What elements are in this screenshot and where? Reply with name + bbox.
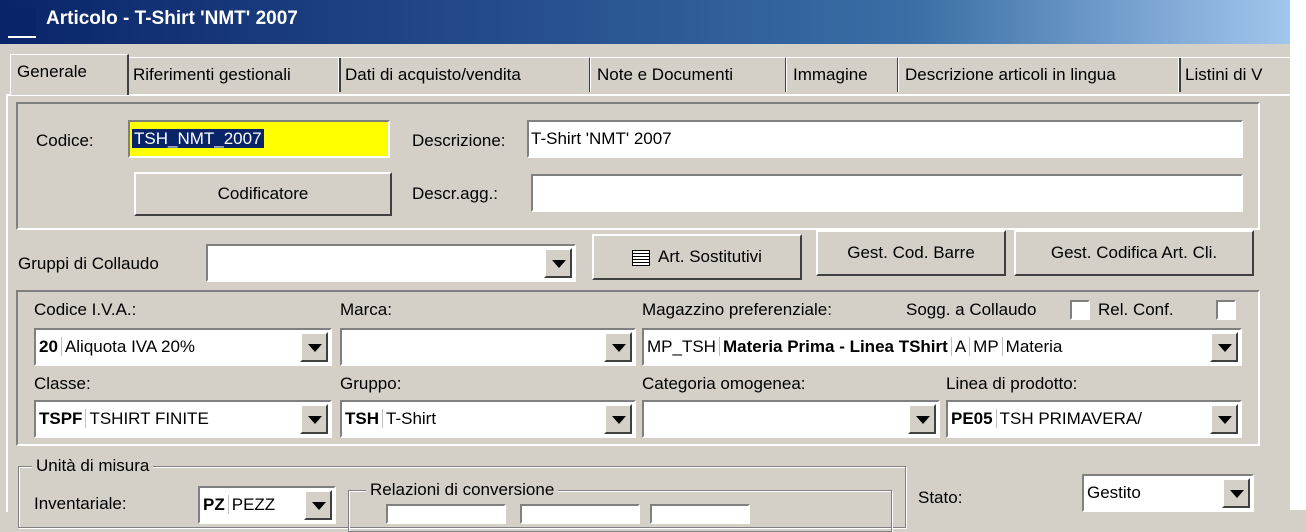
- iva-label: Codice I.V.A.:: [34, 300, 137, 319]
- chevron-down-icon[interactable]: [300, 332, 328, 362]
- gruppi-collaudo-select[interactable]: [206, 244, 576, 282]
- gest-codifica-button[interactable]: Gest. Codifica Art. Cli.: [1014, 230, 1254, 276]
- gruppo-code: TSH: [345, 409, 383, 428]
- magazzino-label: Magazzino preferenziale:: [642, 300, 832, 319]
- sogg-collaudo-label: Sogg. a Collaudo: [906, 300, 1037, 319]
- descrizione-field[interactable]: T-Shirt 'NMT' 2007: [527, 120, 1243, 158]
- gruppi-collaudo-label: Gruppi di Collaudo: [18, 254, 159, 273]
- descr-agg-field[interactable]: [531, 174, 1243, 212]
- linea-desc: TSH PRIMAVERA/: [999, 409, 1142, 428]
- chevron-down-icon[interactable]: [1210, 332, 1238, 362]
- classe-select[interactable]: TSPF TSHIRT FINITE: [34, 400, 332, 438]
- categoria-select[interactable]: [642, 400, 940, 438]
- stato-select[interactable]: Gestito: [1082, 474, 1254, 512]
- art-sostitutivi-button[interactable]: Art. Sostitutivi: [592, 234, 802, 280]
- chevron-down-icon[interactable]: [604, 332, 632, 362]
- chevron-down-icon[interactable]: [300, 404, 328, 434]
- window-title: Articolo - T-Shirt 'NMT' 2007: [46, 8, 298, 29]
- classe-desc: TSHIRT FINITE: [89, 409, 209, 428]
- gest-cod-barre-button[interactable]: Gest. Cod. Barre: [816, 230, 1006, 276]
- gruppo-select[interactable]: TSH T-Shirt: [340, 400, 636, 438]
- classe-code: TSPF: [39, 409, 87, 428]
- categoria-label: Categoria omogenea:: [642, 374, 806, 393]
- magazzino-select[interactable]: MP_TSH Materia Prima - Linea TShirt A MP Mat…: [642, 328, 1242, 366]
- linea-label: Linea di prodotto:: [946, 374, 1078, 393]
- linea-select[interactable]: PE05 TSH PRIMAVERA/: [946, 400, 1242, 438]
- rel-conf-checkbox[interactable]: [1216, 300, 1236, 320]
- linea-code: PE05: [951, 409, 997, 428]
- tab-note-documenti[interactable]: Note e Documenti: [590, 57, 787, 92]
- inventariale-desc: PEZZ: [231, 495, 276, 514]
- descrizione-label: Descrizione:: [412, 131, 506, 150]
- codice-field[interactable]: TSH_NMT_2007: [128, 120, 390, 158]
- chevron-down-icon[interactable]: [304, 490, 332, 520]
- table-icon: [632, 249, 651, 266]
- inventariale-label: Inventariale:: [34, 494, 127, 513]
- iva-desc: Aliquota IVA 20%: [64, 337, 196, 356]
- tab-riferimenti-gestionali[interactable]: Riferimenti gestionali: [126, 57, 341, 92]
- gruppo-label: Gruppo:: [340, 374, 402, 393]
- conversion-field-2[interactable]: [520, 504, 640, 524]
- conversion-field-3[interactable]: [650, 504, 750, 524]
- classe-label: Classe:: [34, 374, 91, 393]
- relazioni-title: Relazioni di conversione: [366, 480, 559, 500]
- inventariale-select[interactable]: PZ PEZZ: [198, 486, 336, 524]
- descr-agg-label: Descr.agg.:: [412, 184, 498, 203]
- inventariale-code: PZ: [203, 495, 229, 514]
- magazzino-extra1: A: [954, 337, 971, 356]
- tab-dati-acquisto-vendita[interactable]: Dati di acquisto/vendita: [338, 57, 591, 92]
- magazzino-extra2: MP: [973, 337, 1003, 356]
- chevron-down-icon[interactable]: [1210, 404, 1238, 434]
- conversion-field-1[interactable]: [386, 504, 506, 524]
- codice-label: Codice:: [36, 131, 94, 150]
- art-sostitutivi-label: Art. Sostitutivi: [658, 247, 762, 266]
- unita-misura-title: Unità di misura: [32, 456, 154, 476]
- stato-label: Stato:: [918, 488, 963, 507]
- magazzino-desc: Materia Prima - Linea TShirt: [722, 337, 952, 356]
- codificatore-button[interactable]: Codificatore: [134, 172, 392, 216]
- magazzino-extra3: Materia: [1005, 337, 1063, 356]
- chevron-down-icon[interactable]: [1222, 478, 1250, 508]
- iva-code: 20: [39, 337, 62, 356]
- marca-select[interactable]: [340, 328, 636, 366]
- tab-immagine[interactable]: Immagine: [786, 57, 899, 92]
- tab-descrizione-lingua[interactable]: Descrizione articoli in lingua: [898, 57, 1181, 92]
- magazzino-code: MP_TSH: [647, 337, 720, 356]
- marca-label: Marca:: [340, 300, 392, 319]
- iva-select[interactable]: 20 Aliquota IVA 20%: [34, 328, 332, 366]
- rel-conf-label: Rel. Conf.: [1098, 300, 1174, 319]
- tab-generale[interactable]: Generale: [10, 54, 129, 95]
- codice-value: TSH_NMT_2007: [132, 129, 264, 148]
- tab-listini[interactable]: Listini di V: [1178, 57, 1301, 92]
- gruppo-desc: T-Shirt: [386, 409, 437, 428]
- chevron-down-icon[interactable]: [604, 404, 632, 434]
- sogg-collaudo-checkbox[interactable]: [1070, 300, 1090, 320]
- chevron-down-icon[interactable]: [544, 248, 572, 278]
- app-icon: [8, 8, 36, 38]
- chevron-down-icon[interactable]: [908, 404, 936, 434]
